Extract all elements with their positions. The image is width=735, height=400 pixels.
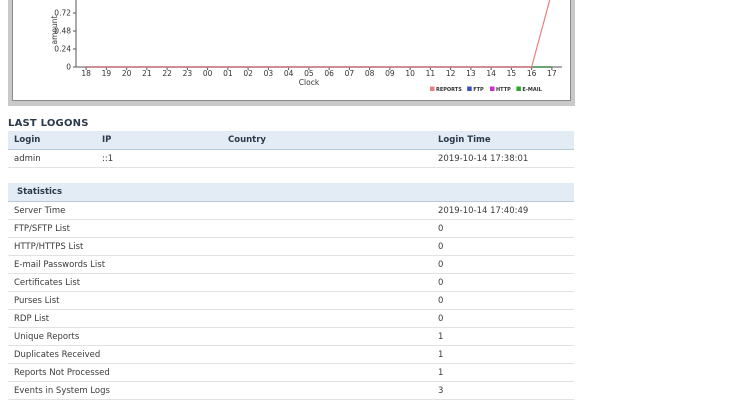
y-tick-label: 0.24: [54, 45, 71, 54]
legend-label: REPORTS: [436, 87, 462, 93]
stat-label: E-mail Passwords List: [8, 255, 432, 274]
stat-label: Duplicates Received: [8, 345, 432, 364]
logon-country: [222, 149, 432, 168]
x-tick-label: 01: [223, 69, 233, 78]
statistics-table: Statistics Server Time 2019-10-14 17:40:4…: [8, 183, 574, 400]
country-column-header: Country: [222, 131, 432, 150]
ip-column-header: IP: [96, 131, 222, 150]
x-tick-label: 10: [405, 69, 415, 78]
x-tick-label: 02: [243, 69, 253, 78]
stat-label: Server Time: [8, 201, 432, 220]
table-row: Certificates List 0: [8, 273, 574, 292]
activity-chart: amount Clock 0.720.480.24018 19 20 21 22 23 00…: [50, 0, 562, 93]
stat-label: Purses List: [8, 291, 432, 310]
x-tick-label: 17: [547, 69, 557, 78]
stat-value: 0: [432, 309, 574, 328]
table-row: Reports Not Processed 1: [8, 363, 574, 382]
x-tick-label: 12: [446, 69, 456, 78]
stat-value: 2019-10-14 17:40:49: [432, 201, 574, 220]
stat-label: FTP/SFTP List: [8, 219, 432, 238]
x-tick-label: 09: [385, 69, 395, 78]
logon-login: admin: [8, 149, 96, 168]
x-tick-label: 00: [203, 69, 213, 78]
statistics-header-row: Statistics: [8, 183, 574, 202]
table-row: Duplicates Received 1: [8, 345, 574, 364]
statistics-header: Statistics: [8, 183, 574, 202]
x-tick-label: 05: [304, 69, 314, 78]
x-tick-label: 15: [507, 69, 517, 78]
stat-label: Certificates List: [8, 273, 432, 292]
x-axis-label: Clock: [299, 78, 320, 87]
stat-label: Reports Not Processed: [8, 363, 432, 382]
stat-value: 0: [432, 219, 574, 238]
legend-label: HTTP: [496, 87, 511, 93]
last-logons-table: Login IP Country Login Time admin ::1 20…: [8, 131, 574, 168]
stat-value: 0: [432, 291, 574, 310]
y-tick-label: 0.48: [54, 27, 71, 36]
x-tick-label: 03: [264, 69, 274, 78]
legend-swatch: [516, 86, 521, 91]
table-row: Server Time 2019-10-14 17:40:49: [8, 201, 574, 220]
stat-value: 1: [432, 363, 574, 382]
stat-value: 1: [432, 345, 574, 364]
login-column-header: Login: [8, 131, 96, 150]
series-line-reports: [86, 0, 551, 68]
table-row: Purses List 0: [8, 291, 574, 310]
legend-label: E-MAIL: [522, 87, 542, 93]
x-tick-label: 08: [365, 69, 375, 78]
stat-label: RDP List: [8, 309, 432, 328]
table-row: E-mail Passwords List 0: [8, 255, 574, 274]
x-tick-label: 07: [345, 69, 355, 78]
stat-value: 0: [432, 255, 574, 274]
table-row: HTTP/HTTPS List 0: [8, 237, 574, 256]
stat-label: HTTP/HTTPS List: [8, 237, 432, 256]
table-row: admin ::1 2019-10-14 17:38:01: [8, 149, 574, 168]
chart-panel: amount Clock 0.72 0.48 0.24 0 18 19 20 21 22 23 00…: [12, 0, 571, 101]
y-tick-label: 0.72: [54, 9, 71, 18]
legend-label: FTP: [473, 87, 484, 93]
login-time-column-header: Login Time: [432, 131, 574, 150]
stat-value: 1: [432, 327, 574, 346]
logons-header-row: Login IP Country Login Time: [8, 131, 574, 150]
x-tick-label: 20: [122, 69, 132, 78]
x-tick-label: 18: [81, 69, 91, 78]
chart-axes: 0.72 0.48 0.24 0 18 19 20 21 22 23 00 01 02 03 04 05 06 0…: [54, 0, 562, 78]
chart-frame: amount Clock 0.72 0.48 0.24 0 18 19 20 21 22 23 00…: [8, 0, 575, 106]
x-tick-label: 19: [102, 69, 112, 78]
x-tick-label: 13: [466, 69, 476, 78]
y-tick-label: 0: [66, 63, 71, 72]
table-row: Unique Reports 1: [8, 327, 574, 346]
x-tick-label: 14: [486, 69, 496, 78]
logon-time: 2019-10-14 17:38:01: [432, 149, 574, 168]
x-tick-label: 21: [142, 69, 152, 78]
last-logons-title: LAST LOGONS: [8, 118, 89, 129]
table-row: RDP List 0: [8, 309, 574, 328]
legend-swatch: [467, 86, 472, 91]
stat-label: Unique Reports: [8, 327, 432, 346]
x-tick-label: 22: [162, 69, 172, 78]
stat-label: Events in System Logs: [8, 381, 432, 400]
x-tick-label: 04: [284, 69, 294, 78]
table-row: Events in System Logs 3: [8, 381, 574, 400]
logon-ip: ::1: [96, 149, 222, 168]
table-row: FTP/SFTP List 0: [8, 219, 574, 238]
chart-legend: REPORTS FTP HTTP E-MAIL: [430, 86, 543, 93]
legend-swatch: [490, 86, 495, 91]
chart-series: [86, 0, 552, 68]
x-tick-label: 23: [183, 69, 193, 78]
x-tick-label: 06: [324, 69, 334, 78]
x-tick-label: 16: [527, 69, 537, 78]
x-tick-label: 11: [426, 69, 436, 78]
stat-value: 3: [432, 381, 574, 400]
legend-swatch: [430, 86, 435, 91]
stat-value: 0: [432, 273, 574, 292]
stat-value: 0: [432, 237, 574, 256]
